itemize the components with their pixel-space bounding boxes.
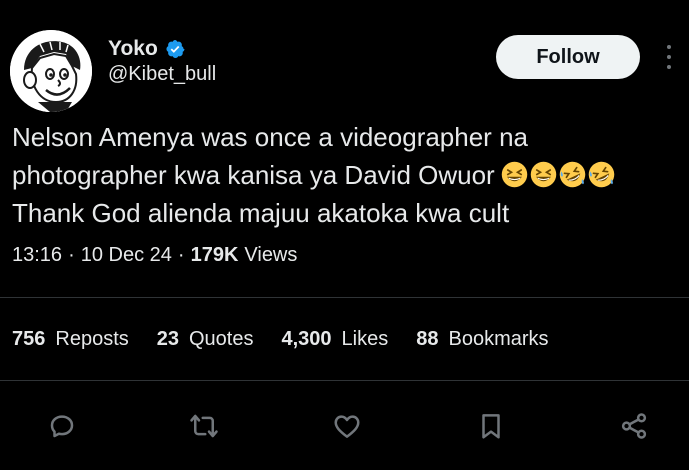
emoji-group <box>501 161 615 188</box>
bookmark-icon <box>482 414 500 439</box>
tweet-meta: 13:16 · 10 Dec 24 · 179K Views <box>12 244 297 267</box>
divider <box>0 297 689 298</box>
divider <box>0 380 689 381</box>
stat-count: 756 <box>12 328 46 350</box>
author-display-name[interactable]: Yoko <box>108 37 158 61</box>
tweet-time[interactable]: 13:16 <box>12 244 62 267</box>
verified-badge-icon <box>166 40 185 58</box>
reply-button[interactable] <box>42 406 82 446</box>
more-vertical-icon[interactable] <box>660 42 678 72</box>
stat-count: 23 <box>156 328 179 350</box>
cartoon-boy-avatar-icon <box>10 30 92 112</box>
stat-reposts[interactable]: 756 Reposts <box>12 328 129 351</box>
separator-dot: · <box>177 244 185 266</box>
rolling-on-floor-laughing-icon <box>559 161 585 188</box>
tweet-line: Nelson Amenya was once a videographer na <box>12 122 528 152</box>
avatar[interactable] <box>10 30 92 112</box>
views-count: 179K <box>190 244 239 266</box>
views-label: Views <box>244 244 298 266</box>
tweet-date[interactable]: 10 Dec 24 <box>81 244 172 267</box>
engagement-stats: 756 Reposts 23 Quotes 4,300 Likes 88 Boo… <box>12 328 577 351</box>
stat-label: Bookmarks <box>448 328 549 350</box>
separator-dot: · <box>68 244 75 266</box>
grinning-squinting-face-icon <box>530 161 556 188</box>
stat-label: Quotes <box>189 328 254 350</box>
more-dot <box>667 45 671 49</box>
grinning-squinting-face-icon <box>501 161 527 188</box>
stat-label: Reposts <box>55 328 129 350</box>
tweet-text: Nelson Amenya was once a videographer na… <box>12 118 682 232</box>
share-icon <box>621 413 647 439</box>
reply-icon <box>50 415 74 438</box>
stat-bookmarks[interactable]: 88 Bookmarks <box>416 328 548 351</box>
stat-likes[interactable]: 4,300 Likes <box>281 328 388 351</box>
stat-label: Likes <box>341 328 389 350</box>
follow-button[interactable]: Follow <box>496 35 640 79</box>
stat-quotes[interactable]: 23 Quotes <box>157 328 254 351</box>
tweet-line-with-emojis: photographer kwa kanisa ya David Owuor <box>12 156 682 194</box>
like-icon <box>334 415 360 438</box>
more-dot <box>667 65 671 69</box>
author-handle[interactable]: @Kibet_bull <box>108 63 216 86</box>
like-button[interactable] <box>327 406 367 446</box>
bookmark-button[interactable] <box>471 406 511 446</box>
tweet-line: photographer kwa kanisa ya David Owuor <box>12 160 495 190</box>
share-button[interactable] <box>614 406 654 446</box>
more-dot <box>667 55 671 59</box>
repost-icon <box>190 414 218 438</box>
stat-count: 4,300 <box>281 328 332 350</box>
stat-count: 88 <box>416 328 439 350</box>
tweet-line: Thank God alienda majuu akatoka kwa cult <box>12 198 510 228</box>
author-name-row[interactable]: Yoko <box>108 37 185 61</box>
repost-button[interactable] <box>184 406 224 446</box>
rolling-on-floor-laughing-icon <box>588 161 614 188</box>
